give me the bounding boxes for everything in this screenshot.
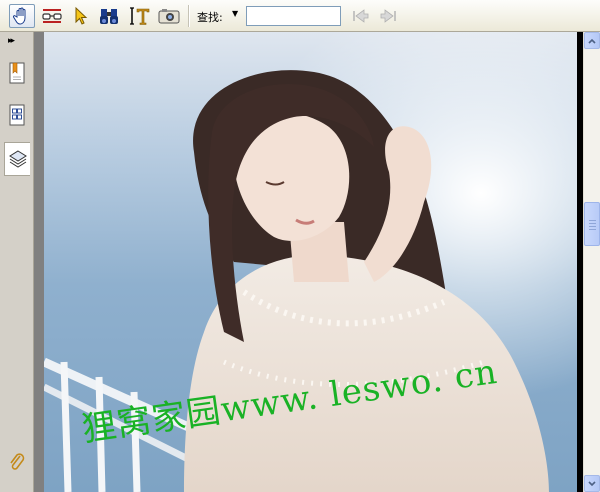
scroll-down-button[interactable] [584, 475, 600, 492]
document-view[interactable]: 狸窝家园www. leswo. cn [34, 32, 583, 492]
thumb-grip-line [589, 220, 596, 221]
chevron-up-icon [588, 38, 596, 44]
navigation-sidebar: ▸▸ [0, 32, 34, 492]
chevron-down-icon [588, 480, 596, 486]
vertical-scrollbar[interactable] [583, 32, 600, 492]
hand-tool-button[interactable] [9, 4, 35, 28]
text-select-button[interactable] [127, 4, 153, 28]
reading-glasses-icon [42, 9, 62, 23]
thumb-grip-line [589, 229, 596, 230]
toolbar-separator [188, 5, 190, 27]
thumb-grip-line [589, 223, 596, 224]
find-options-dropdown-icon[interactable]: ▼ [232, 9, 238, 18]
reading-glasses-button[interactable] [39, 4, 65, 28]
hand-tool-icon [12, 7, 26, 25]
attachment-paperclip-icon [10, 453, 25, 470]
find-next-icon [380, 9, 396, 23]
snapshot-camera-icon [158, 9, 180, 24]
find-previous-icon [353, 9, 369, 23]
tab-attachments[interactable] [4, 448, 30, 478]
find-input[interactable] [246, 6, 341, 26]
snapshot-button[interactable] [156, 4, 182, 28]
select-arrow-icon [75, 6, 88, 25]
bookmarks-icon [9, 62, 25, 84]
document-page: 狸窝家园www. leswo. cn [44, 32, 577, 492]
scroll-up-button[interactable] [584, 32, 600, 49]
find-previous-button[interactable] [348, 4, 374, 28]
thumb-grip-line [589, 226, 596, 227]
tab-bookmarks[interactable] [4, 58, 30, 88]
select-arrow-button[interactable] [67, 4, 93, 28]
tab-pages[interactable] [4, 100, 30, 130]
find-next-button[interactable] [375, 4, 401, 28]
scroll-thumb[interactable] [584, 202, 600, 246]
layers-icon [8, 150, 27, 168]
find-label: 查找: [197, 11, 223, 24]
pages-icon [9, 104, 25, 126]
tab-layers[interactable] [4, 142, 30, 176]
binoculars-button[interactable] [96, 4, 122, 28]
text-select-icon [130, 7, 150, 25]
collapse-sidebar-icon[interactable]: ▸▸ [8, 36, 15, 46]
toolbar: 查找: ▼ [0, 0, 600, 32]
binoculars-icon [100, 9, 118, 24]
